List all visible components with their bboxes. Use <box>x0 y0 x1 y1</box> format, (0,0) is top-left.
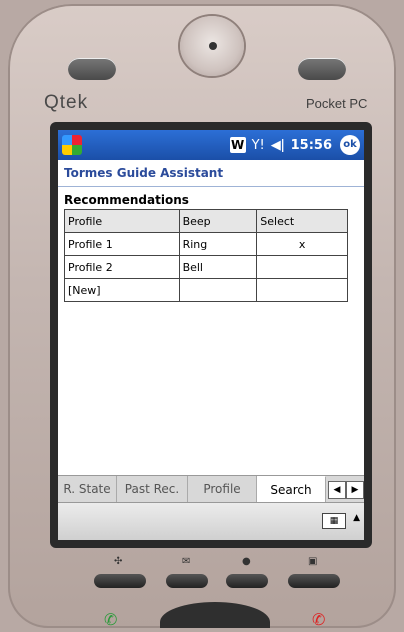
call-answer-icon[interactable]: ✆ <box>104 610 117 628</box>
model-label: Pocket PC <box>306 96 368 111</box>
column-header-select: Select <box>256 209 348 233</box>
brand-logo: Qtek <box>44 92 89 113</box>
mail-hw-icon: ✉ <box>182 556 191 567</box>
app-title: Tormes Guide Assistant <box>58 160 364 187</box>
table-header-row: Profile Beep Select <box>64 209 348 233</box>
table-row[interactable]: Profile 2 Bell <box>64 255 348 279</box>
tab-past-rec[interactable]: Past Rec. <box>117 476 188 502</box>
keyboard-icon[interactable]: ▦ <box>322 513 346 529</box>
select-cell[interactable] <box>256 255 348 279</box>
taskbar: W Y! ◀ǀ 15:56 ok <box>58 130 364 160</box>
column-header-beep: Beep <box>178 209 258 233</box>
recommendations-heading: Recommendations <box>64 193 189 207</box>
hardware-button-4[interactable] <box>288 574 340 588</box>
hardware-button-1[interactable] <box>94 574 146 588</box>
tab-profile[interactable]: Profile <box>188 476 257 502</box>
profile-cell[interactable]: Profile 1 <box>64 232 180 256</box>
calendar-hw-icon: ▣ <box>308 556 318 567</box>
beep-cell[interactable]: Bell <box>178 255 258 279</box>
speaker-right <box>298 58 346 80</box>
menu-bar: ▦ ▲ <box>58 502 364 540</box>
beep-cell[interactable]: Ring <box>178 232 258 256</box>
table-row[interactable]: [New] <box>64 278 348 302</box>
tab-r-state[interactable]: R. State <box>58 476 117 502</box>
select-cell[interactable] <box>256 278 348 302</box>
call-end-icon[interactable]: ✆ <box>312 610 325 628</box>
input-menu-arrow-icon[interactable]: ▲ <box>353 513 360 523</box>
tab-bar: R. State Past Rec. Profile Search ◀ ▶ <box>58 475 364 502</box>
select-cell[interactable]: x <box>256 232 348 256</box>
profile-cell[interactable]: Profile 2 <box>64 255 180 279</box>
tab-scroll-right-icon[interactable]: ▶ <box>346 481 364 499</box>
volume-icon[interactable]: ◀ǀ <box>271 138 285 153</box>
recommendations-table: Profile Beep Select Profile 1 Ring x Pro… <box>64 209 348 302</box>
w-app-icon[interactable]: W <box>229 137 246 153</box>
screen: W Y! ◀ǀ 15:56 ok Tormes Guide Assistant … <box>58 130 364 540</box>
column-header-profile: Profile <box>64 209 180 233</box>
start-hw-icon: ✣ <box>114 556 123 567</box>
ok-button[interactable]: ok <box>340 135 360 155</box>
tab-scroll-arrows: ◀ ▶ <box>328 476 364 502</box>
windows-start-icon[interactable] <box>62 135 82 155</box>
clock[interactable]: 15:56 <box>291 138 332 153</box>
profile-cell[interactable]: [New] <box>64 278 180 302</box>
tab-search[interactable]: Search <box>257 476 326 502</box>
bottom-navigation-pad[interactable] <box>160 602 270 628</box>
hardware-button-2[interactable] <box>166 574 208 588</box>
top-dpad-button[interactable] <box>180 16 244 76</box>
hardware-button-3[interactable] <box>226 574 268 588</box>
contacts-hw-icon: ● <box>242 556 251 567</box>
speaker-left <box>68 58 116 80</box>
recommendations-panel: Recommendations Profile Beep Select Prof… <box>58 187 364 302</box>
signal-icon[interactable]: Y! <box>252 138 265 153</box>
tab-scroll-left-icon[interactable]: ◀ <box>328 481 346 499</box>
dpad-center-dot <box>209 42 217 50</box>
table-row[interactable]: Profile 1 Ring x <box>64 232 348 256</box>
beep-cell[interactable] <box>178 278 258 302</box>
